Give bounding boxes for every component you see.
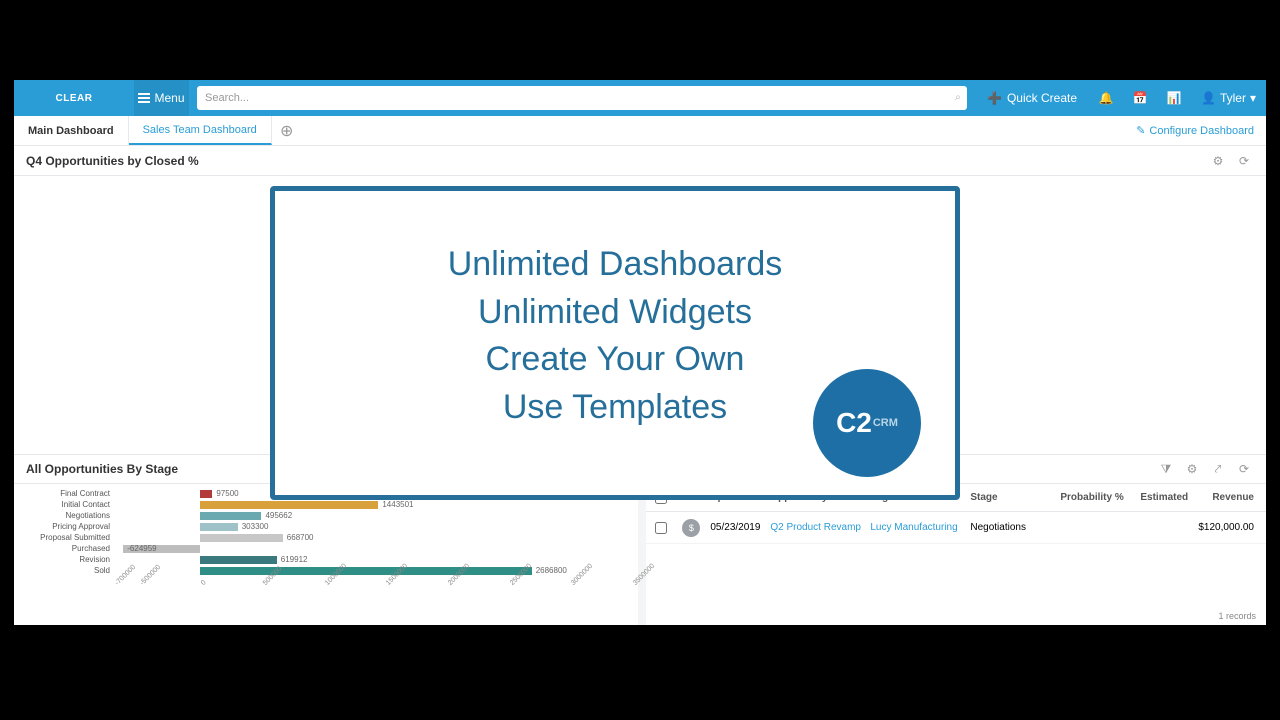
stage-bar-chart: Final Contract97500Initial Contact144350…: [14, 484, 638, 625]
cell-revenue: $120,000.00: [1186, 522, 1266, 533]
bar-label: Negotiations: [20, 511, 110, 520]
widget1-header: Q4 Opportunities by Closed % ⚙ ⟳: [14, 146, 1266, 176]
bar-label: Pricing Approval: [20, 522, 110, 531]
bar-value-label: 2686800: [536, 566, 567, 575]
refresh-icon: ⟳: [1239, 154, 1249, 168]
topbar: CLEAR Menu ⌕ ➕ Quick Create 🔔 📅 📊 👤 Tyle…: [14, 80, 1266, 116]
bar: [200, 501, 378, 509]
grid-footer: 1 records: [646, 607, 1266, 625]
bar: [200, 556, 276, 564]
col-probability[interactable]: Probability %: [1056, 492, 1136, 503]
share-icon: ⤤: [1215, 462, 1222, 477]
bar: [200, 490, 212, 498]
bar-row: Purchased-624959: [114, 543, 630, 554]
bar-label: Purchased: [20, 544, 110, 553]
row-type-icon: $: [682, 519, 700, 537]
col-stage[interactable]: Stage: [966, 492, 1056, 503]
widget-share-button[interactable]: ⤤: [1208, 459, 1228, 479]
widget-filter-button[interactable]: ⧩: [1156, 459, 1176, 479]
gear-icon: ⚙: [1187, 462, 1198, 476]
menu-label: Menu: [154, 91, 184, 105]
plus-circle-icon: ➕: [987, 91, 1002, 105]
bar-label: Revision: [20, 555, 110, 564]
table-row[interactable]: $ 05/23/2019 Q2 Product Revamp Lucy Manu…: [646, 512, 1266, 544]
user-name: Tyler: [1220, 91, 1246, 105]
row-checkbox[interactable]: [655, 522, 667, 534]
app-logo: CLEAR: [14, 93, 134, 104]
filter-icon: ⧩: [1161, 462, 1172, 477]
cell-updated: 05/23/2019: [706, 522, 766, 533]
quick-create-label: Quick Create: [1007, 91, 1077, 105]
bar: [200, 523, 237, 531]
bar-row: Proposal Submitted668700: [114, 532, 630, 543]
bar-row: Negotiations495662: [114, 510, 630, 521]
pencil-icon: ✎: [1136, 124, 1145, 137]
bar-value-label: 1443501: [382, 500, 413, 509]
user-icon: 👤: [1201, 91, 1216, 105]
bar-label: Proposal Submitted: [20, 533, 110, 542]
widget-settings-button[interactable]: ⚙: [1182, 459, 1202, 479]
gear-icon: ⚙: [1213, 154, 1224, 168]
col-estimated[interactable]: Estimated: [1136, 492, 1186, 503]
overlay-line-2: Unlimited Widgets: [275, 289, 955, 337]
widget1-title: Q4 Opportunities by Closed %: [26, 154, 1208, 168]
bar-label: Final Contract: [20, 489, 110, 498]
add-tab-button[interactable]: ⊕: [272, 116, 302, 145]
widget-refresh-button[interactable]: ⟳: [1234, 459, 1254, 479]
search-input[interactable]: [197, 86, 967, 110]
menu-button[interactable]: Menu: [134, 80, 189, 116]
plus-icon: ⊕: [280, 121, 293, 141]
chart-icon[interactable]: 📊: [1157, 80, 1191, 116]
search-icon[interactable]: ⌕: [955, 92, 961, 105]
bar-value-label: 495662: [265, 511, 292, 520]
hamburger-icon: [138, 91, 150, 105]
calendar-icon[interactable]: 📅: [1123, 80, 1157, 116]
chevron-down-icon: ▾: [1250, 91, 1256, 105]
cell-opportunity-name[interactable]: Q2 Product Revamp: [766, 522, 866, 533]
tab-main-dashboard[interactable]: Main Dashboard: [14, 116, 129, 145]
bar-value-label: 303300: [242, 522, 269, 531]
bar-row: Revision619912: [114, 554, 630, 565]
bar-value-label: 619912: [281, 555, 308, 564]
user-menu[interactable]: 👤 Tyler ▾: [1191, 80, 1266, 116]
c2crm-logo: C2CRM: [813, 369, 921, 477]
bar: [200, 512, 261, 520]
axis-tick: 0: [200, 579, 208, 587]
widget-refresh-button[interactable]: ⟳: [1234, 151, 1254, 171]
bell-icon[interactable]: 🔔: [1089, 80, 1123, 116]
tab-sales-team-dashboard[interactable]: Sales Team Dashboard: [129, 116, 272, 145]
tabs-row: Main Dashboard Sales Team Dashboard ⊕ ✎ …: [14, 116, 1266, 146]
overlay-line-1: Unlimited Dashboards: [275, 241, 955, 289]
bar: [200, 534, 282, 542]
configure-label: Configure Dashboard: [1149, 125, 1254, 137]
bar-label: Initial Contact: [20, 500, 110, 509]
search-wrap: ⌕: [189, 80, 975, 116]
x-axis: -700000-50000005000001000000150000020000…: [114, 576, 630, 606]
bar-value-label: 668700: [287, 533, 314, 542]
cell-stage: Negotiations: [966, 522, 1056, 533]
bar: [200, 567, 531, 575]
bar-value-label: 97500: [216, 489, 238, 498]
configure-dashboard-button[interactable]: ✎ Configure Dashboard: [1124, 116, 1266, 145]
col-revenue[interactable]: Revenue: [1186, 492, 1266, 503]
bar-value-label: -624959: [127, 544, 156, 553]
bar-label: Sold: [20, 566, 110, 575]
widget-settings-button[interactable]: ⚙: [1208, 151, 1228, 171]
promo-overlay: Unlimited Dashboards Unlimited Widgets C…: [270, 186, 960, 500]
bar-row: Pricing Approval303300: [114, 521, 630, 532]
quick-create-button[interactable]: ➕ Quick Create: [975, 80, 1089, 116]
bar-row: Sold2686800: [114, 565, 630, 576]
bar-row: Initial Contact1443501: [114, 499, 630, 510]
refresh-icon: ⟳: [1239, 462, 1249, 476]
cell-organization[interactable]: Lucy Manufacturing: [866, 522, 966, 533]
